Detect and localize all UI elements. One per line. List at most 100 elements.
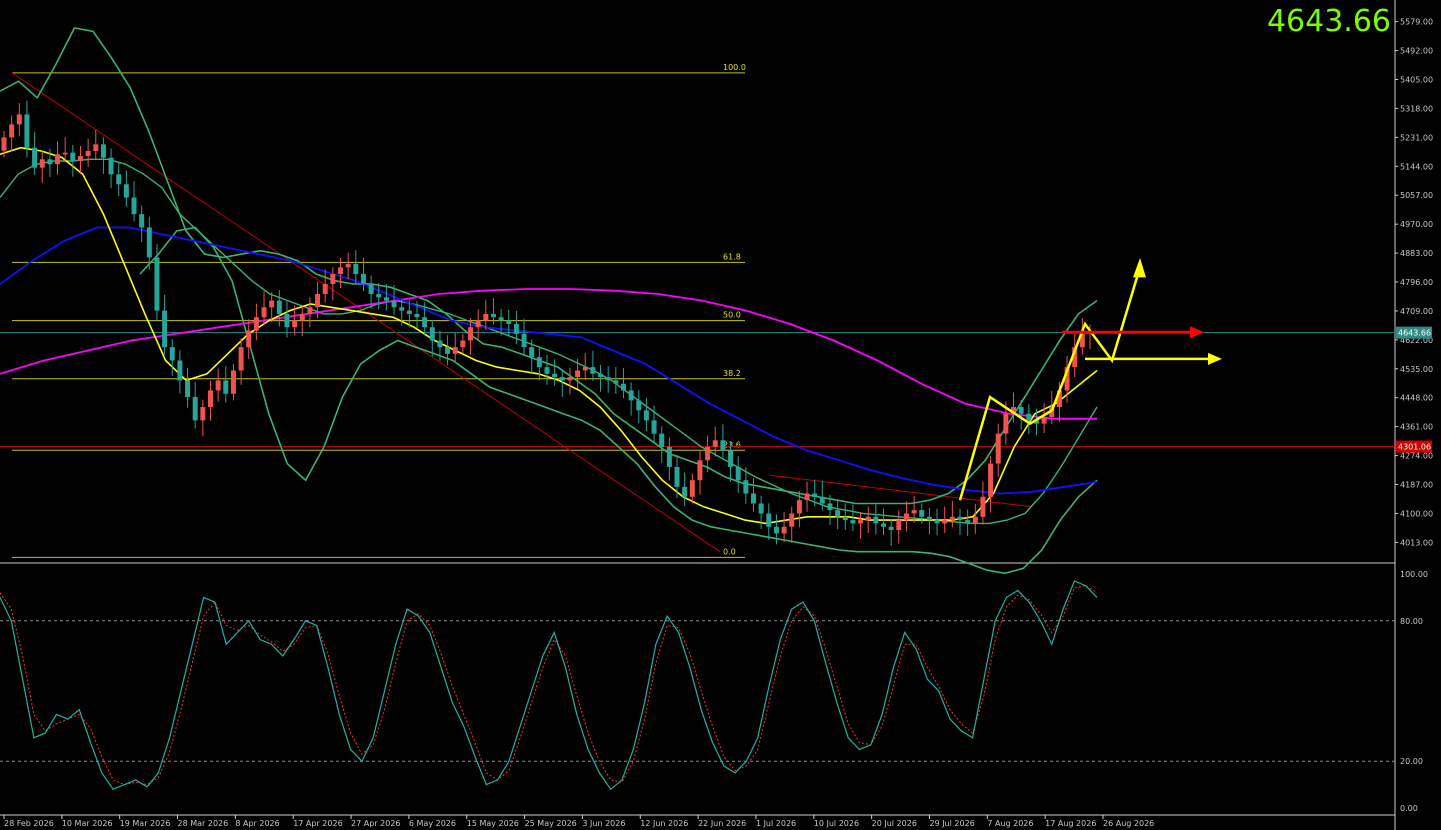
candle-body bbox=[743, 480, 749, 494]
x-tick-label: 25 May 2026 bbox=[525, 819, 577, 828]
projection-arrow-right-head bbox=[1208, 352, 1222, 365]
candle-body bbox=[39, 159, 45, 168]
candle-body bbox=[230, 370, 236, 394]
candle-body bbox=[32, 147, 38, 168]
candle-body bbox=[1, 137, 7, 151]
candle-body bbox=[819, 496, 825, 504]
x-tick-label: 19 Mar 2026 bbox=[120, 819, 171, 828]
candle-body bbox=[123, 184, 129, 198]
y-tick-label: 5492.00 bbox=[1400, 47, 1433, 56]
candle-body bbox=[980, 496, 986, 517]
projection-path bbox=[958, 267, 1142, 501]
candle-body bbox=[146, 227, 152, 258]
candle-body bbox=[628, 390, 634, 401]
candle-body bbox=[881, 523, 887, 527]
y-tick-label: 4535.00 bbox=[1400, 365, 1433, 374]
candle-body bbox=[93, 144, 99, 151]
stoch-tick-label: 0.00 bbox=[1400, 804, 1418, 813]
candle-body bbox=[544, 367, 550, 374]
candle-body bbox=[926, 516, 932, 521]
candle-body bbox=[682, 486, 688, 497]
stoch-tick-label: 100.00 bbox=[1400, 570, 1428, 579]
candle-body bbox=[957, 516, 963, 521]
y-tick-label: 4883.00 bbox=[1400, 249, 1433, 258]
candle-body bbox=[620, 383, 626, 391]
candle-body bbox=[77, 155, 83, 161]
candle-body bbox=[873, 516, 879, 524]
candle-body bbox=[911, 510, 917, 514]
candle-body bbox=[452, 347, 458, 354]
current-price-tag: 4643.66 bbox=[1398, 329, 1431, 338]
candle-body bbox=[712, 440, 718, 447]
candle-body bbox=[735, 466, 741, 481]
candle-body bbox=[108, 157, 114, 175]
candle-body bbox=[835, 510, 841, 517]
y-tick-label: 5144.00 bbox=[1400, 162, 1433, 171]
stoch-main-line bbox=[0, 580, 1098, 791]
candle-body bbox=[490, 313, 496, 318]
candle-body bbox=[613, 380, 619, 384]
stoch-tick-label: 20.00 bbox=[1400, 757, 1423, 766]
candle-body bbox=[850, 520, 856, 524]
candle-body bbox=[521, 333, 527, 348]
candle-body bbox=[24, 114, 30, 148]
candle-body bbox=[139, 214, 145, 228]
candle-body bbox=[582, 367, 588, 371]
candle-body bbox=[475, 320, 481, 328]
candle-body bbox=[559, 377, 565, 381]
candle-body bbox=[368, 284, 374, 294]
candle-body bbox=[238, 347, 244, 371]
candle-body bbox=[55, 154, 61, 165]
y-tick-label: 4709.00 bbox=[1400, 307, 1433, 316]
fib-level-label: 50.0 bbox=[723, 311, 741, 320]
ma-mid-line bbox=[0, 226, 1098, 495]
x-tick-label: 3 Jun 2026 bbox=[582, 819, 625, 828]
candle-body bbox=[896, 520, 902, 531]
x-tick-label: 6 May 2026 bbox=[409, 819, 456, 828]
x-tick-label: 17 Apr 2026 bbox=[293, 819, 342, 828]
y-tick-label: 5318.00 bbox=[1400, 104, 1433, 113]
candle-body bbox=[299, 313, 305, 321]
candle-body bbox=[1003, 413, 1009, 434]
candle-body bbox=[429, 327, 435, 341]
candle-body bbox=[552, 373, 558, 378]
candle-body bbox=[697, 460, 703, 481]
candle-body bbox=[322, 284, 328, 294]
candle-body bbox=[330, 274, 336, 284]
candle-body bbox=[1026, 413, 1032, 421]
candle-body bbox=[391, 300, 397, 308]
y-tick-label: 4100.00 bbox=[1400, 509, 1433, 518]
candle-body bbox=[276, 300, 282, 314]
x-tick-label: 1 Jul 2026 bbox=[756, 819, 796, 828]
candle-body bbox=[62, 152, 68, 155]
candle-body bbox=[674, 466, 680, 487]
candle-body bbox=[338, 267, 344, 275]
candle-body bbox=[605, 377, 611, 381]
x-tick-label: 27 Apr 2026 bbox=[351, 819, 400, 828]
candle-body bbox=[705, 446, 711, 461]
y-tick-label: 4796.00 bbox=[1400, 278, 1433, 287]
y-tick-label: 4448.00 bbox=[1400, 394, 1433, 403]
y-tick-label: 4970.00 bbox=[1400, 220, 1433, 229]
price-chart: 5579.00 5492.00 5405.00 5318.00 5231.00 5144.… bbox=[0, 0, 1433, 830]
candle-body bbox=[804, 493, 810, 501]
candle-body bbox=[812, 493, 818, 497]
candle-body bbox=[919, 510, 925, 517]
candle-body bbox=[972, 516, 978, 524]
candle-body bbox=[353, 264, 359, 275]
candle-body bbox=[345, 264, 351, 268]
candle-body bbox=[659, 433, 665, 447]
candle-body bbox=[185, 380, 191, 398]
x-tick-label: 28 Feb 2026 bbox=[4, 819, 54, 828]
fib-level-label: 100.0 bbox=[723, 63, 746, 72]
x-tick-label: 10 Jul 2026 bbox=[814, 819, 859, 828]
candle-body bbox=[827, 503, 833, 511]
candle-body bbox=[766, 513, 772, 527]
candle-body bbox=[292, 320, 298, 328]
candle-body bbox=[689, 480, 695, 497]
candle-body bbox=[1041, 417, 1047, 424]
y-tick-label: 5405.00 bbox=[1400, 75, 1433, 84]
candle-body bbox=[85, 150, 91, 156]
x-tick-label: 8 Apr 2026 bbox=[235, 819, 279, 828]
y-tick-label: 4187.00 bbox=[1400, 481, 1433, 490]
